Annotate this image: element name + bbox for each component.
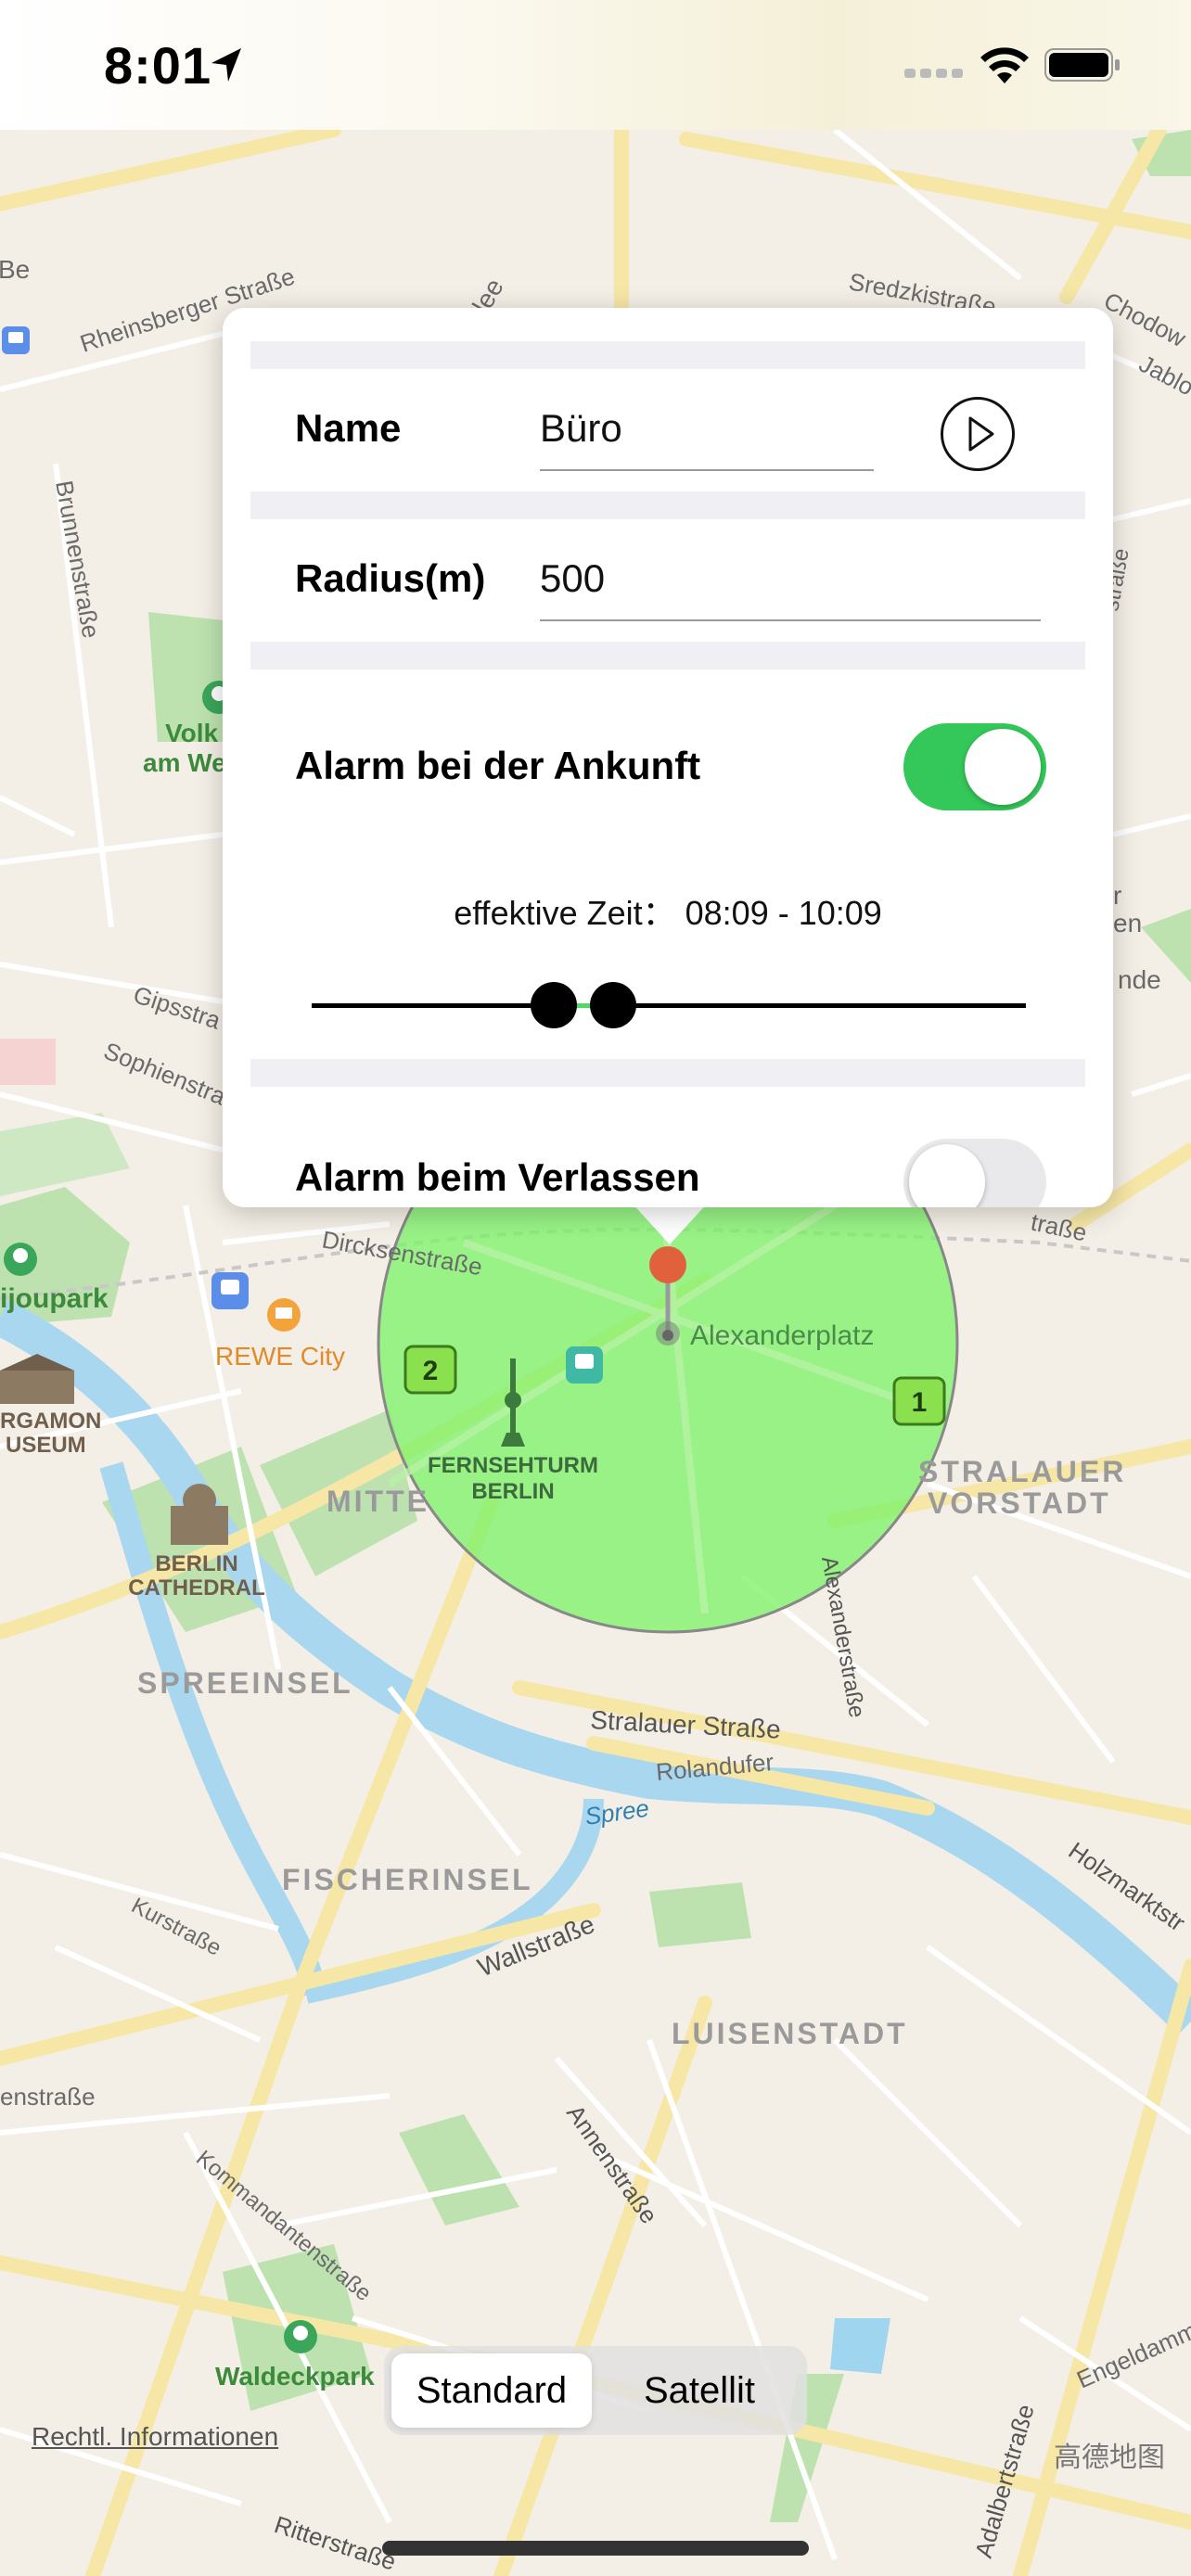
section-separator bbox=[250, 341, 1085, 369]
shopping-cart-icon bbox=[267, 1298, 301, 1332]
map-label: Waldeckpark bbox=[215, 2362, 375, 2391]
arrival-alarm-label: Alarm bei der Ankunft bbox=[295, 744, 701, 787]
radius-field-underline bbox=[540, 619, 1041, 621]
map-label: RGAMON bbox=[0, 1409, 101, 1434]
map-label: FERNSEHTURM bbox=[428, 1453, 598, 1478]
map-label: SPREEINSEL bbox=[137, 1666, 353, 1700]
name-field-underline bbox=[540, 469, 874, 471]
cellular-signal-icon bbox=[904, 69, 963, 78]
hospital-area bbox=[0, 1039, 56, 1085]
toggle-knob bbox=[909, 1144, 985, 1207]
popup-pointer bbox=[631, 1202, 709, 1244]
map-label: Volk bbox=[165, 719, 218, 747]
map-label: en bbox=[1113, 909, 1142, 937]
svg-text:2: 2 bbox=[423, 1356, 439, 1386]
map-label: REWE City bbox=[215, 1342, 345, 1371]
train-station-icon bbox=[2, 326, 30, 354]
wifi-icon bbox=[980, 47, 1029, 83]
map-type-segmented-control: Standard Satellit bbox=[384, 2346, 807, 2435]
legal-info-link[interactable]: Rechtl. Informationen bbox=[32, 2422, 278, 2452]
map-label: LUISENSTADT bbox=[672, 2017, 908, 2050]
section-separator bbox=[250, 1059, 1085, 1087]
map-label: BERLIN bbox=[471, 1479, 554, 1504]
map-label: enstraße bbox=[0, 2083, 96, 2111]
map-label: am We bbox=[143, 748, 226, 777]
departure-alarm-label: Alarm beim Verlassen bbox=[295, 1155, 700, 1199]
segment-satellite[interactable]: Satellit bbox=[599, 2353, 800, 2428]
svg-text:1: 1 bbox=[912, 1387, 928, 1418]
toggle-knob bbox=[965, 729, 1041, 805]
geofence-editor-popup: Name Büro Radius(m) 500 Alarm bei der An… bbox=[223, 308, 1113, 1207]
name-label: Name bbox=[295, 406, 402, 450]
map-label: BERLIN bbox=[155, 1551, 237, 1576]
location-arrow-icon bbox=[211, 48, 241, 82]
map-label: STRALAUER bbox=[918, 1455, 1126, 1488]
departure-alarm-toggle[interactable] bbox=[903, 1139, 1046, 1207]
map-label: Alexanderplatz bbox=[690, 1320, 874, 1351]
pond bbox=[830, 2318, 890, 2374]
park-icon bbox=[284, 2320, 317, 2353]
arrival-alarm-toggle[interactable] bbox=[903, 723, 1046, 810]
map-label: CATHEDRAL bbox=[128, 1575, 265, 1600]
train-station-icon bbox=[211, 1272, 249, 1309]
alexanderplatz-marker bbox=[656, 1321, 680, 1345]
status-time: 8:01 bbox=[104, 36, 212, 95]
segment-standard[interactable]: Standard bbox=[391, 2353, 592, 2428]
map-label: ijoupark bbox=[0, 1283, 109, 1314]
time-range-start-thumb[interactable] bbox=[531, 982, 577, 1028]
map-label: MITTE bbox=[327, 1485, 429, 1518]
map-label: VORSTADT bbox=[928, 1486, 1111, 1520]
train-station-icon bbox=[566, 1346, 603, 1384]
home-indicator[interactable] bbox=[382, 2541, 809, 2556]
map-label: r bbox=[1113, 881, 1121, 910]
map-badge-1[interactable]: 1 bbox=[892, 1376, 946, 1426]
play-button[interactable] bbox=[941, 397, 1015, 471]
name-field[interactable]: Büro bbox=[540, 406, 622, 451]
map-label: nde bbox=[1118, 965, 1161, 994]
time-range-end-thumb[interactable] bbox=[590, 982, 636, 1028]
radius-label: Radius(m) bbox=[295, 556, 486, 600]
park-area bbox=[649, 1882, 751, 1947]
map-label: Be bbox=[0, 255, 30, 284]
effective-time-text: effektive Zeit： 08:09 - 10:09 bbox=[454, 894, 882, 932]
park-icon bbox=[4, 1243, 37, 1276]
play-icon bbox=[968, 416, 994, 452]
time-range-slider-track[interactable] bbox=[312, 1003, 1026, 1008]
map-label: FISCHERINSEL bbox=[282, 1863, 533, 1896]
radius-field[interactable]: 500 bbox=[540, 556, 605, 601]
section-separator bbox=[250, 491, 1085, 519]
status-bar: 8:01 bbox=[0, 0, 1191, 130]
battery-icon bbox=[1044, 48, 1120, 82]
map-provider-logo: 高德地图 bbox=[1054, 2442, 1165, 2473]
map-badge-2[interactable]: 2 bbox=[403, 1345, 457, 1395]
map-label: USEUM bbox=[6, 1433, 86, 1458]
section-separator bbox=[250, 642, 1085, 670]
